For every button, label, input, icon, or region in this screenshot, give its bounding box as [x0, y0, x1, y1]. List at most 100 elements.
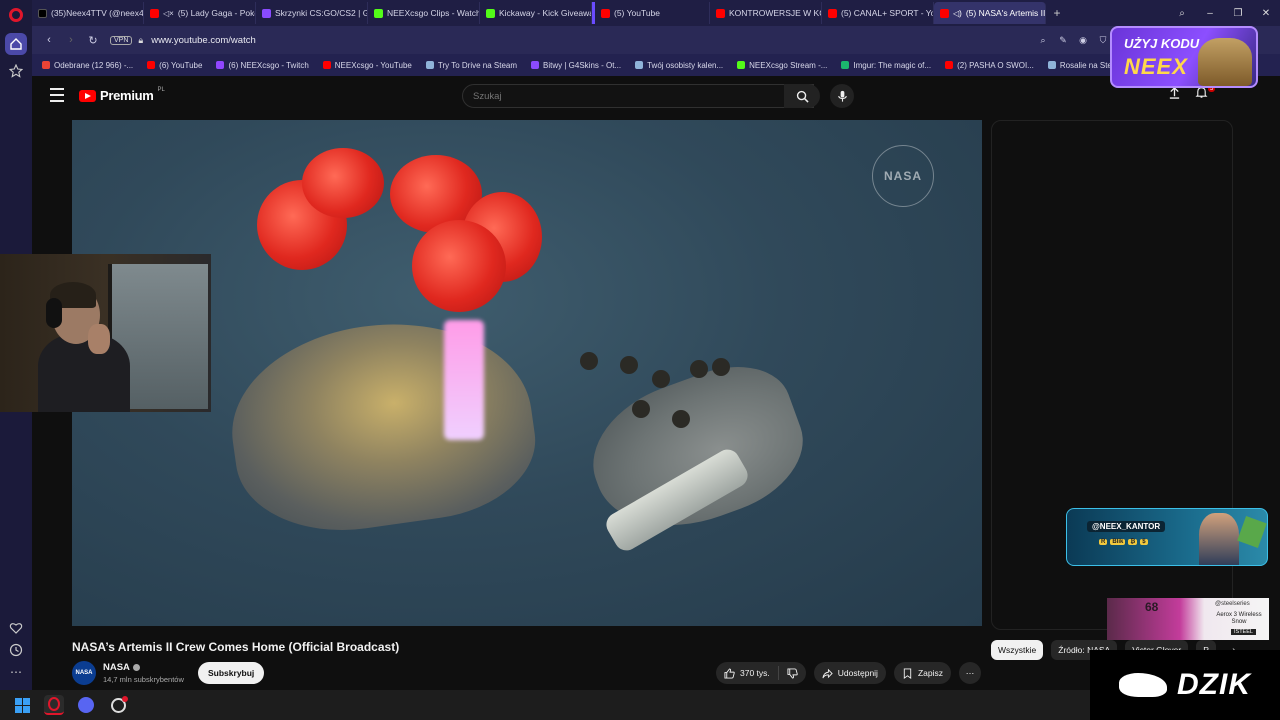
thumbs-down-icon [787, 667, 798, 679]
twitch-icon [216, 61, 225, 69]
chip-all[interactable]: Wszystkie [991, 640, 1044, 660]
voice-search-button[interactable] [830, 84, 854, 108]
video-title: NASA’s Artemis II Crew Comes Home (Offic… [72, 640, 400, 654]
close-button[interactable]: ✕ [1252, 0, 1280, 26]
promo-code-banner: UŻYJ KODU NEEX [1110, 26, 1258, 88]
forward-button[interactable]: › [60, 29, 82, 51]
speaker-icon[interactable]: ◁) [953, 9, 962, 18]
tab[interactable]: (35)Neex4TTV (@neex4ttv [32, 2, 144, 24]
shield-icon[interactable]: ⛉ [1096, 33, 1110, 47]
dislike-button[interactable] [779, 662, 806, 684]
tab[interactable]: Skrzynki CS:GO/CS2 | G4S [256, 2, 368, 24]
lock-icon[interactable]: 🔒︎ [138, 35, 143, 46]
more-actions-button[interactable]: ⋯ [959, 662, 981, 684]
streamer-body [38, 334, 130, 412]
bookmark[interactable]: (2) PASHA O SWOI... [945, 61, 1034, 70]
window-controls: ⌕ – ❐ ✕ [1168, 0, 1280, 26]
url-field[interactable]: www.youtube.com/watch [151, 35, 256, 46]
home-icon[interactable] [5, 33, 27, 55]
search-button[interactable] [784, 84, 820, 108]
webcam-overlay [0, 254, 211, 412]
new-tab-button[interactable]: + [1046, 2, 1068, 24]
steelseries-banner: 68 @steelseries Aerox 3 Wireless Snow IS… [1107, 598, 1269, 640]
opera-icon[interactable] [44, 695, 64, 715]
thumbs-up-icon [724, 667, 735, 679]
tab[interactable]: (5) YouTube [592, 2, 710, 24]
maximize-button[interactable]: ❐ [1224, 0, 1252, 26]
search-tabs-icon[interactable]: ⌕ [1168, 0, 1196, 26]
channel-name[interactable]: NASA [103, 662, 140, 673]
tab[interactable]: ◁× (5) Lady Gaga - Poker [144, 2, 256, 24]
crew-member [690, 360, 708, 378]
bookmark[interactable]: Bitwy | G4Skins - Ot... [531, 61, 621, 70]
g4skins-icon [531, 61, 540, 69]
heart-icon[interactable] [5, 617, 27, 639]
search-icon [796, 90, 809, 103]
youtube-icon [716, 8, 725, 18]
windows-start-icon[interactable] [12, 695, 32, 715]
kick-icon [486, 8, 495, 18]
youtube-header: Premium PL 5 [32, 76, 1280, 116]
address-tools: ⌕ ✎ ◉ ⛉ [1036, 26, 1110, 54]
channel-avatar[interactable]: NASA [72, 661, 96, 685]
bookmark-icon [903, 667, 912, 679]
more-icon[interactable]: ⋯ [5, 661, 27, 683]
taskbar [0, 690, 1090, 720]
kick-icon [374, 8, 383, 18]
menu-icon[interactable] [50, 88, 64, 102]
bookmark[interactable]: (6) NEEXcsgo - Twitch [216, 61, 309, 70]
reload-button[interactable]: ↻ [82, 29, 104, 51]
tab[interactable]: Kickaway - Kick Giveaway [480, 2, 592, 24]
bookmarks-bar: Odebrane (12 966) -... (6) YouTube (6) N… [32, 54, 1280, 76]
steam-icon [635, 61, 644, 69]
mic-icon [837, 90, 847, 102]
character-figure [1198, 38, 1252, 86]
history-icon[interactable] [5, 639, 27, 661]
discord-icon[interactable] [76, 695, 96, 715]
parachute-balloon [412, 220, 506, 312]
instagram-handle: @NEEX_KANTOR [1087, 521, 1166, 532]
muted-icon[interactable]: ◁× [163, 9, 174, 18]
steam-icon [425, 61, 434, 69]
imgur-icon [841, 61, 850, 69]
vpn-badge[interactable]: VPN [110, 35, 133, 45]
back-button[interactable]: ‹ [38, 29, 60, 51]
bookmark[interactable]: NEEXcsgo - YouTube [322, 61, 412, 70]
nasa-watermark: NASA [872, 145, 934, 207]
bookmark[interactable]: Imgur: The magic of... [841, 61, 931, 70]
tab-active[interactable]: ◁) (5) NASA's Artemis II C [934, 2, 1046, 24]
youtube-logo[interactable]: Premium PL [79, 87, 165, 103]
address-bar: ‹ › ↻ VPN 🔒︎ www.youtube.com/watch ⌕ ✎ ◉… [32, 26, 1280, 54]
tab[interactable]: KONTROWERSJE W KOŃC [710, 2, 822, 24]
camera-icon[interactable]: ◉ [1076, 33, 1090, 47]
minimize-button[interactable]: – [1196, 0, 1224, 26]
crew-member [672, 410, 690, 428]
search-input[interactable] [463, 85, 813, 107]
bookmark[interactable]: (6) YouTube [147, 61, 202, 70]
bookmark[interactable]: Twój osobisty kalen... [635, 61, 723, 70]
edit-icon[interactable]: ✎ [1056, 33, 1070, 47]
save-button[interactable]: Zapisz [893, 662, 951, 684]
bookmark[interactable]: Odebrane (12 966) -... [42, 61, 133, 70]
share-button[interactable]: Udostępnij [813, 662, 886, 684]
star-icon[interactable] [5, 60, 27, 82]
subscribe-button[interactable]: Subskrybuj [198, 662, 265, 684]
subscriber-count: 14,7 mln subskrybentów [103, 675, 184, 684]
presenter-figure [1199, 513, 1239, 565]
tab[interactable]: NEEXcsgo Clips - Watch L [368, 2, 480, 24]
search-icon[interactable]: ⌕ [1036, 33, 1050, 47]
youtube-icon [945, 61, 954, 69]
tiktok-icon [38, 8, 47, 18]
video-actions: 370 tys. Udostępnij Zapisz ⋯ [716, 662, 981, 684]
bookmark[interactable]: Try To Drive na Steam [425, 61, 517, 70]
obs-icon[interactable] [108, 695, 128, 715]
opera-logo-icon[interactable] [9, 8, 23, 22]
bookmark[interactable]: NEEXcsgo Stream -... [737, 61, 827, 70]
crew-member [620, 356, 638, 374]
like-count: 370 tys. [740, 668, 770, 678]
crew-member [580, 352, 598, 370]
payment-methods: R Blik ₿ $ [1099, 539, 1148, 545]
youtube-play-icon [79, 89, 96, 102]
like-button[interactable]: 370 tys. [716, 662, 778, 684]
tab[interactable]: (5) CANAL+ SPORT - YouT [822, 2, 934, 24]
